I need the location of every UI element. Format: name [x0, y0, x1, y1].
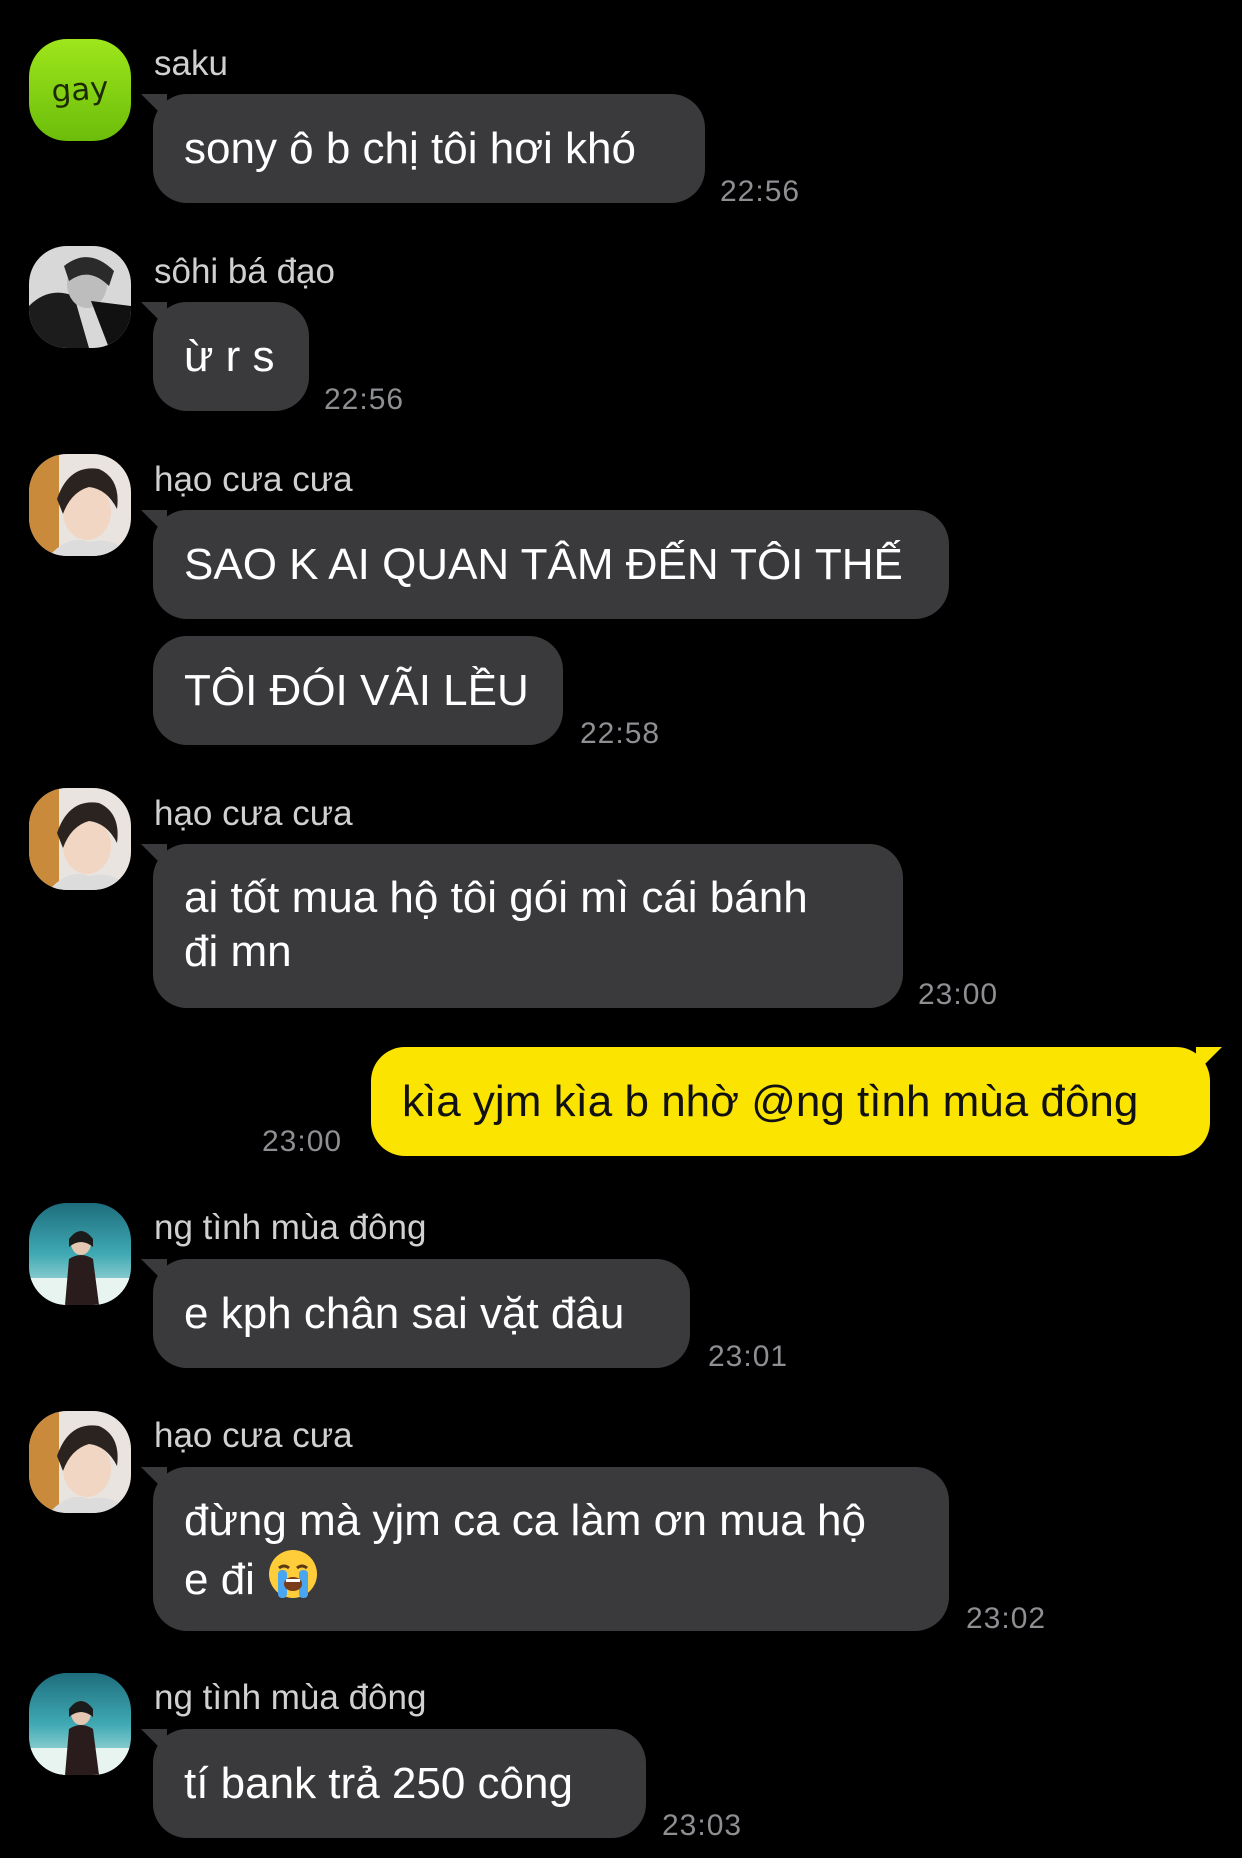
- message-text: TÔI ĐÓI VÃI LỀU: [184, 665, 529, 715]
- my-message-bubble[interactable]: kìa yjm kìa b nhờ @ng tình mùa đông: [371, 1047, 1222, 1156]
- sender-name: ng tình mùa đông: [154, 1678, 427, 1717]
- message-bubble[interactable]: đừng mà yjm ca ca làm ơn mua hộ e đi: [141, 1467, 949, 1631]
- avatar-hao[interactable]: [29, 788, 131, 890]
- avatar-badge-text: gay: [50, 70, 110, 110]
- timestamp: 23:01: [708, 1340, 789, 1373]
- message-bubble[interactable]: ừ r s: [141, 302, 309, 411]
- sender-name: hạo cưa cưa: [154, 794, 353, 833]
- avatar-hao[interactable]: [29, 454, 131, 556]
- message-bubble[interactable]: tí bank trả 250 công: [141, 1729, 646, 1838]
- message-text: tí bank trả 250 công: [184, 1758, 573, 1808]
- message-bubble[interactable]: e kph chân sai vặt đâu: [141, 1259, 690, 1368]
- avatar-hao[interactable]: [29, 1411, 131, 1513]
- timestamp: 23:03: [662, 1809, 743, 1842]
- message-text: SAO K AI QUAN TÂM ĐẾN TÔI THẾ: [184, 539, 903, 589]
- avatar-ng-tinh-mua-dong[interactable]: [29, 1203, 131, 1305]
- message-text: e kph chân sai vặt đâu: [184, 1288, 625, 1338]
- message-text-line: đi mn: [184, 927, 292, 976]
- message-bubble[interactable]: ai tốt mua hộ tôi gói mì cái bánh đi mn: [141, 844, 903, 1008]
- avatar-saku[interactable]: gay: [29, 39, 131, 141]
- message-text: sony ô b chị tôi hơi khó: [184, 123, 636, 173]
- timestamp: 23:00: [262, 1125, 343, 1158]
- avatar-ng-tinh-mua-dong[interactable]: [29, 1673, 131, 1775]
- chat-view: gay saku sony ô b chị tôi hơi khó 22:56 …: [0, 0, 1242, 1858]
- message-bubble[interactable]: SAO K AI QUAN TÂM ĐẾN TÔI THẾ: [141, 510, 949, 619]
- avatar-sohi[interactable]: [29, 246, 131, 348]
- sender-name: hạo cưa cưa: [154, 1416, 353, 1455]
- timestamp: 22:56: [720, 175, 801, 208]
- sender-name: sôhi bá đạo: [154, 252, 335, 291]
- timestamp: 22:58: [580, 717, 661, 750]
- sender-name: saku: [154, 44, 228, 83]
- message-text-line: ai tốt mua hộ tôi gói mì cái bánh: [184, 873, 808, 922]
- message-text-line-2: e đi: [184, 1548, 918, 1613]
- sender-name: hạo cưa cưa: [154, 460, 353, 499]
- message-bubble[interactable]: sony ô b chị tôi hơi khó: [141, 94, 705, 203]
- timestamp: 23:00: [918, 978, 999, 1011]
- message-text-line: đừng mà yjm ca ca làm ơn mua hộ: [184, 1496, 866, 1545]
- timestamp: 23:02: [966, 1602, 1047, 1635]
- loudly-crying-face-icon: [267, 1548, 319, 1613]
- message-text: e đi: [184, 1555, 255, 1604]
- message-text: kìa yjm kìa b nhờ @ng tình mùa đông: [402, 1076, 1139, 1126]
- sender-name: ng tình mùa đông: [154, 1208, 427, 1247]
- timestamp: 22:56: [324, 383, 405, 416]
- message-bubble[interactable]: TÔI ĐÓI VÃI LỀU: [153, 636, 563, 745]
- message-text: ừ r s: [184, 331, 275, 381]
